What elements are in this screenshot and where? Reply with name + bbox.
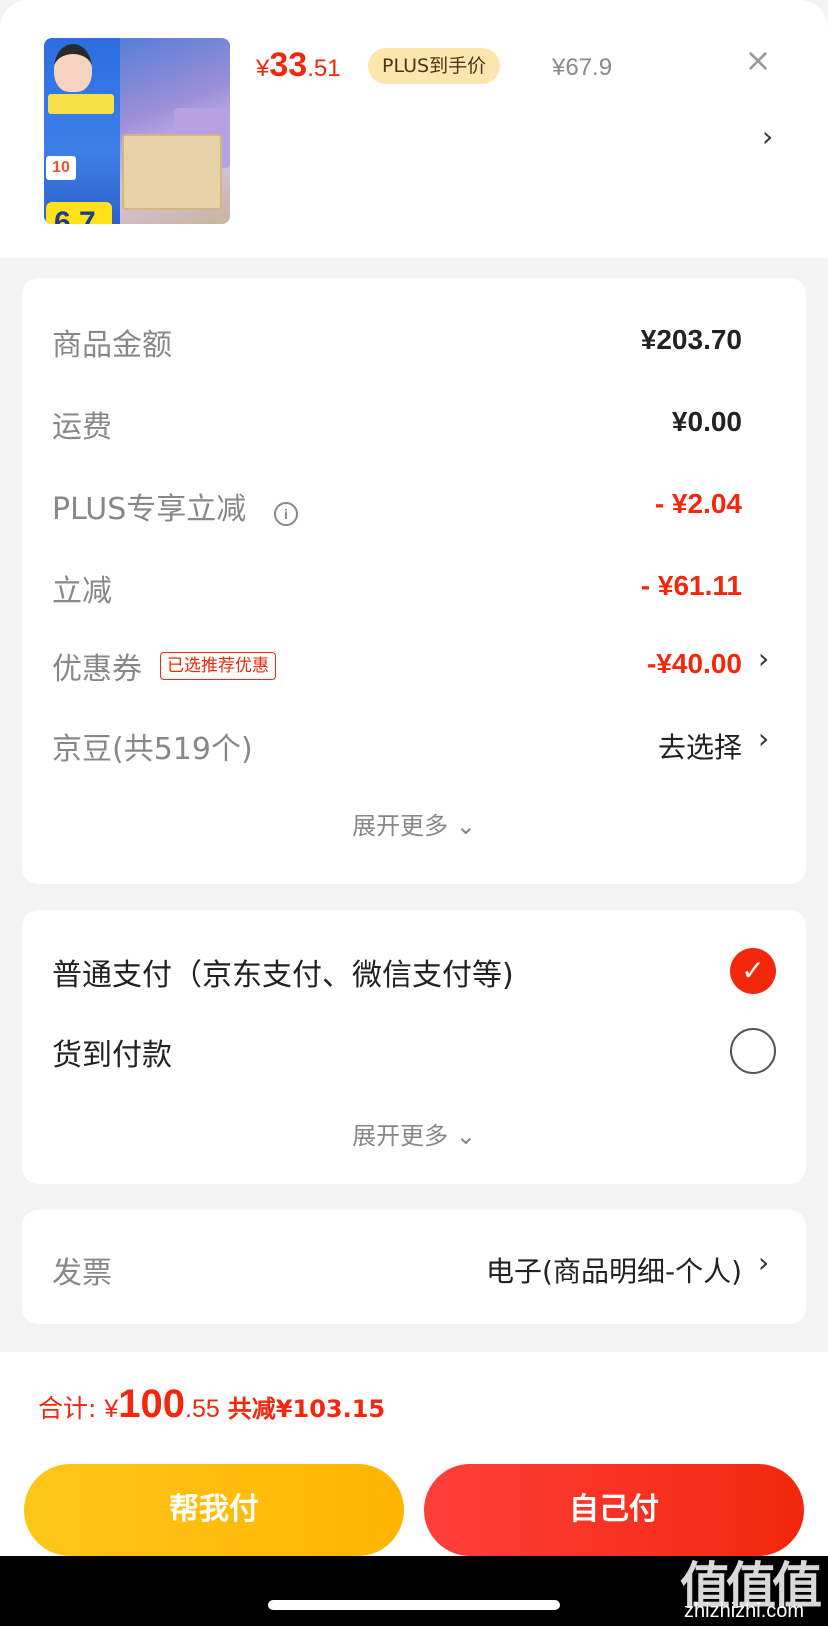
total-integer: 100: [118, 1382, 186, 1426]
invoice-card[interactable]: 发票 电子(商品明细-个人) ›: [22, 1210, 806, 1324]
thumb-tissue-box: [122, 134, 222, 210]
summary-value-goods: ¥203.70: [640, 324, 742, 355]
total-currency: ¥: [104, 1395, 119, 1423]
chevron-right-icon[interactable]: ›: [758, 722, 769, 755]
thumb-model: [54, 44, 92, 92]
chevron-down-icon: ⌄: [455, 812, 476, 840]
chevron-right-icon[interactable]: ›: [762, 120, 773, 153]
product-thumbnail[interactable]: 10 6.7: [44, 38, 230, 224]
summary-value-shipping: ¥0.00: [671, 406, 742, 437]
expand-more-label: 展开更多: [352, 1122, 449, 1150]
chevron-down-icon: ⌄: [455, 1122, 476, 1150]
thumb-discount-badge: 6.7: [46, 202, 112, 224]
radio-unselected-icon[interactable]: [730, 1028, 776, 1074]
order-total: 合计: ¥100.55 共减¥103.15: [38, 1382, 385, 1427]
expand-more-link[interactable]: 展开更多 ⌄: [22, 806, 806, 841]
watermark-site: zhizhizhi.com: [684, 1600, 805, 1622]
total-decimal: .55: [185, 1395, 220, 1423]
help-me-pay-button[interactable]: 帮我付: [24, 1464, 404, 1556]
summary-label-coupon[interactable]: 优惠券: [52, 644, 142, 688]
payment-method-card: 普通支付（京东支付、微信支付等) ✓ 货到付款 展开更多 ⌄: [22, 910, 806, 1184]
checkmark-selected-icon[interactable]: ✓: [730, 948, 776, 994]
product-price: ¥33.51: [256, 46, 341, 85]
summary-value-instant-discount: - ¥61.11: [640, 570, 742, 601]
summary-label-shipping: 运费: [52, 410, 112, 445]
summary-label-plus-discount: PLUS专享立减: [52, 492, 247, 527]
info-icon[interactable]: i: [274, 502, 298, 526]
order-summary-card: 商品金额 ¥203.70 运费 ¥0.00 PLUS专享立减 i - ¥2.04…: [22, 278, 806, 884]
thumb-ten-tag: 10: [46, 156, 76, 180]
thumb-discount-value: 6.7: [54, 206, 96, 224]
home-indicator[interactable]: [268, 1600, 560, 1610]
total-saved: 共减¥103.15: [227, 1395, 386, 1423]
total-label: 合计:: [38, 1394, 105, 1423]
summary-value-coupon[interactable]: -¥40.00: [647, 648, 742, 680]
price-currency: ¥: [256, 55, 270, 82]
payment-option-cod[interactable]: 货到付款: [52, 1030, 172, 1074]
summary-value-plus-discount: - ¥2.04: [654, 488, 742, 519]
summary-label-instant-discount: 立减: [52, 574, 112, 609]
invoice-value[interactable]: 电子(商品明细-个人): [486, 1250, 742, 1290]
product-card: 10 6.7 ¥33.51 PLUS到手价 ¥67.9 × ›: [0, 0, 828, 258]
original-price: ¥67.9: [552, 54, 613, 81]
expand-more-label: 展开更多: [352, 812, 449, 840]
close-icon[interactable]: ×: [742, 44, 774, 76]
summary-value-jd-beans[interactable]: 去选择: [658, 726, 742, 766]
price-decimal: .51: [307, 55, 341, 82]
chevron-right-icon[interactable]: ›: [758, 1246, 769, 1279]
payment-option-normal[interactable]: 普通支付（京东支付、微信支付等): [52, 950, 514, 994]
expand-more-link[interactable]: 展开更多 ⌄: [22, 1116, 806, 1151]
price-integer: 33: [269, 46, 308, 84]
plus-price-badge: PLUS到手价: [368, 48, 501, 84]
summary-label-jd-beans[interactable]: 京豆(共519个): [52, 724, 253, 768]
chevron-right-icon[interactable]: ›: [758, 642, 769, 675]
thumb-yellow-tag: [48, 94, 114, 114]
summary-label-goods: 商品金额: [52, 328, 172, 363]
invoice-label: 发票: [52, 1256, 112, 1291]
coupon-recommended-tag: 已选推荐优惠: [160, 652, 276, 680]
pay-myself-button[interactable]: 自己付: [424, 1464, 804, 1556]
